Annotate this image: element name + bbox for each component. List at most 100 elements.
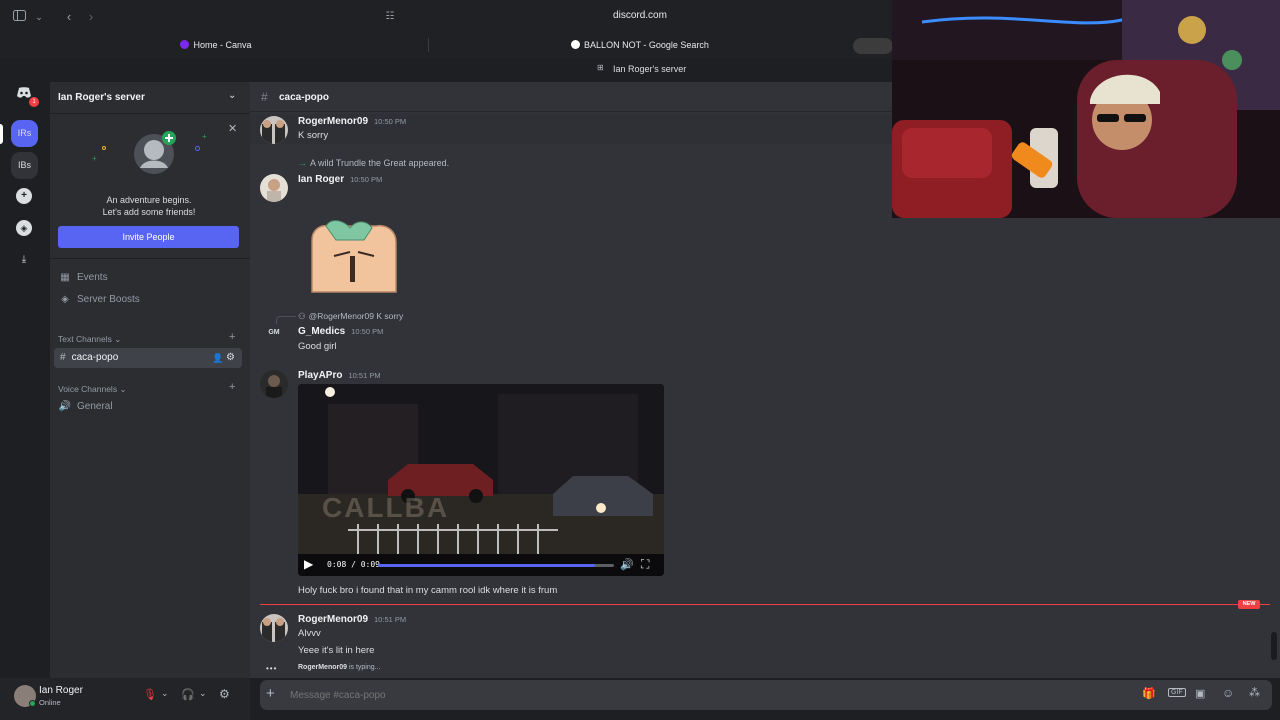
attach-plus-icon[interactable]: + <box>266 685 275 702</box>
active-server-pill <box>0 124 3 144</box>
avatar[interactable]: GM <box>260 326 288 354</box>
headphones-icon[interactable]: 🎧 <box>181 688 195 701</box>
gift-icon[interactable]: 🎁 <box>1142 687 1156 700</box>
tab-label: Home - Canva <box>193 40 252 50</box>
explore-icon[interactable]: ◈ <box>16 220 32 236</box>
message-input[interactable] <box>290 686 1110 704</box>
message-timestamp: 10:50 PM <box>374 117 407 126</box>
server-header[interactable]: Ian Roger's server ⌄ <box>50 82 250 114</box>
gif-icon[interactable]: GIF <box>1168 688 1186 697</box>
author-name[interactable]: RogerMenor09 <box>298 614 368 625</box>
sticker-icon[interactable]: ▣ <box>1195 687 1205 700</box>
back-icon[interactable]: ‹ <box>60 8 78 26</box>
download-icon[interactable]: ⤓ <box>16 252 32 268</box>
reader-icon[interactable]: ☷ <box>381 8 399 26</box>
sidebar-item-label: Events <box>77 272 108 283</box>
category-text-channels[interactable]: Text Channels ⌄ <box>58 334 121 345</box>
typing-indicator: RogerMenor09 is typing... <box>298 664 380 671</box>
chevron-down-icon[interactable]: ⌄ <box>161 688 169 699</box>
gear-icon[interactable]: ⚙ <box>219 687 230 701</box>
webcam-image <box>892 0 1280 218</box>
message-text: Alvvv <box>298 628 321 639</box>
canva-favicon-icon <box>180 40 190 49</box>
sidebar-item-server-boosts[interactable]: ◈ Server Boosts <box>58 291 140 309</box>
fullscreen-icon[interactable]: ⛶ <box>641 557 649 572</box>
window-title: Ian Roger's server <box>613 64 687 74</box>
system-text: A wild Trundle the Great appeared. <box>310 158 450 168</box>
divider <box>50 258 250 259</box>
add-channel-icon[interactable]: + <box>229 331 235 343</box>
avatar[interactable] <box>260 174 288 202</box>
adventure-illustration-icon <box>130 128 178 176</box>
message[interactable]: ⚇ @RogerMenor09 K sorry GM G_Medics 10:50 … <box>250 310 1280 354</box>
typing-indicator-icon: ••• <box>266 664 278 673</box>
sparkle-icon: + <box>202 132 207 141</box>
tab-overflow-pill[interactable] <box>853 38 893 54</box>
mic-muted-icon[interactable]: 🎙 <box>143 688 157 701</box>
tab-google-search[interactable]: BALLON NOT - Google Search <box>432 35 848 55</box>
speaker-icon: 🔊 <box>58 401 72 412</box>
close-icon[interactable]: ✕ <box>228 122 237 135</box>
tab-canva[interactable]: Home - Canva <box>10 35 422 55</box>
message[interactable]: RogerMenor09 10:51 PM Alvvv Yeee it's lit… <box>250 612 1280 662</box>
calendar-icon: ▦ <box>60 272 70 283</box>
category-voice-channels[interactable]: Voice Channels ⌄ <box>58 384 127 395</box>
channel-sidebar: Ian Roger's server ⌄ ✕ + + An adventure … <box>50 82 250 678</box>
volume-icon[interactable]: 🔊 <box>620 558 634 571</box>
sidebar-toggle-icon[interactable] <box>10 8 28 26</box>
trundle-sticker-icon[interactable] <box>306 218 400 296</box>
voice-channel-general[interactable]: 🔊 General <box>58 398 113 416</box>
channel-caca-popo[interactable]: # caca-popo 👤 ⚙ <box>54 348 242 368</box>
video-controls: ▶ 0:08 / 0:09 🔊 ⛶ <box>298 554 664 576</box>
server-icon: ⊞ <box>597 63 604 72</box>
avatar[interactable] <box>260 116 288 144</box>
sidebar-item-events[interactable]: ▦ Events <box>58 269 108 287</box>
add-channel-icon[interactable]: + <box>229 381 235 393</box>
message-timestamp: 10:51 PM <box>374 615 407 624</box>
chevron-down-icon: ⌄ <box>114 334 122 344</box>
avatar[interactable] <box>260 614 288 642</box>
video-time: 0:08 / 0:09 <box>327 560 380 569</box>
author-name[interactable]: Ian Roger <box>298 174 344 185</box>
video-attachment[interactable]: CALLBA ▶ 0:08 / 0:09 🔊 ⛶ <box>298 384 664 576</box>
server-name: Ian Roger's server <box>58 92 145 103</box>
google-favicon-icon <box>571 40 581 49</box>
promo-text: An adventure begins. Let's add some frie… <box>58 194 240 218</box>
user-panel: Ian Roger Online 🎙 ⌄ 🎧 ⌄ ⚙ <box>0 678 250 720</box>
sparkle-icon <box>195 146 200 151</box>
forward-icon[interactable]: › <box>82 8 100 26</box>
author-name[interactable]: RogerMenor09 <box>298 116 368 127</box>
emoji-icon[interactable]: ☺ <box>1222 686 1234 700</box>
webcam-overlay <box>892 0 1280 218</box>
play-icon[interactable]: ▶ <box>304 557 313 571</box>
create-invite-icon[interactable]: 👤 <box>212 348 223 368</box>
user-status: Online <box>39 698 61 707</box>
add-server-icon[interactable]: + <box>16 188 32 204</box>
typing-text: is typing... <box>348 664 381 671</box>
new-badge: NEW <box>1238 600 1260 609</box>
reply-preview[interactable]: ⚇ @RogerMenor09 K sorry <box>298 311 403 322</box>
gear-icon[interactable]: ⚙ <box>226 348 235 368</box>
category-label: Voice Channels <box>58 384 118 394</box>
invite-people-button[interactable]: Invite People <box>58 226 239 248</box>
server-irs[interactable]: IRs <box>11 120 38 147</box>
message-timestamp: 10:51 PM <box>348 371 381 380</box>
chat-scrollbar[interactable] <box>1271 632 1277 660</box>
system-message: → A wild Trundle the Great appeared. <box>298 158 449 168</box>
address-bar[interactable]: discord.com <box>540 10 740 21</box>
online-status-icon <box>29 700 36 707</box>
user-name: Ian Roger <box>39 685 83 696</box>
join-arrow-icon: → <box>298 158 307 168</box>
avatar[interactable] <box>260 370 288 398</box>
chevron-down-icon[interactable]: ⌄ <box>199 688 207 699</box>
video-progress-track[interactable] <box>378 564 614 567</box>
apps-icon[interactable]: ⁂ <box>1249 686 1260 699</box>
promo-line: An adventure begins. <box>106 195 192 205</box>
author-name[interactable]: G_Medics <box>298 326 345 337</box>
reply-text: @RogerMenor09 K sorry <box>308 311 404 321</box>
author-name[interactable]: PlayAPro <box>298 370 342 381</box>
server-ibs[interactable]: IBs <box>11 152 38 179</box>
message-timestamp: 10:50 PM <box>350 175 383 184</box>
channel-title: caca-popo <box>279 92 330 103</box>
chevron-down-icon[interactable]: ⌄ <box>30 8 48 26</box>
